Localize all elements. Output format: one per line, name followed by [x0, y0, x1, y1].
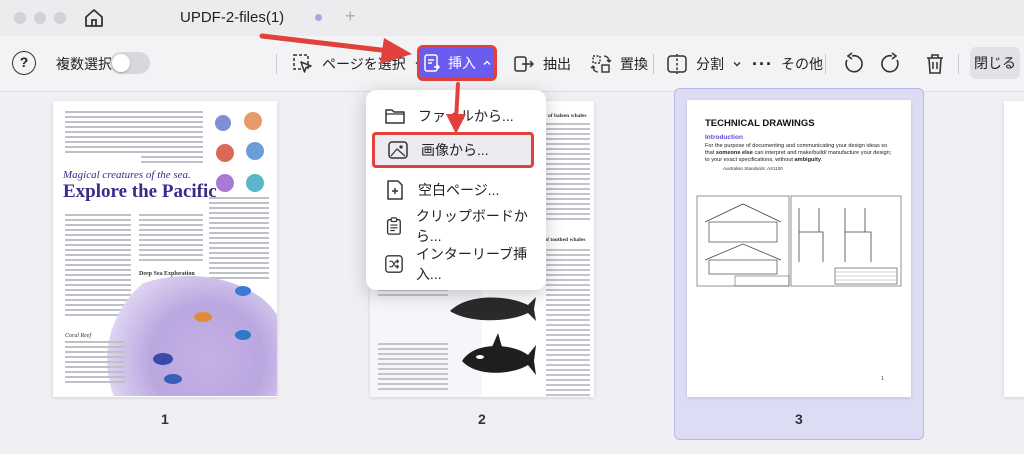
page-1-heading: Explore the Pacific [63, 181, 217, 202]
menu-item-label: インターリーブ挿入... [415, 246, 528, 282]
page-3-standards: Australian Standards: AS1100 [723, 166, 783, 171]
insert-dropdown-menu: ファイルから... 画像から... 空白ページ... クリップボードから... … [366, 90, 546, 290]
new-tab-plus-icon[interactable]: + [345, 6, 356, 27]
tropical-fish-illustration [153, 286, 251, 384]
page-organize-toolbar: ? 複数選択 ページを選択 挿入 抽出 置換 分割 ··· その他 閉じる [0, 36, 1024, 92]
extract-icon [514, 56, 535, 72]
multi-select-toggle[interactable] [110, 52, 150, 74]
menu-item-label: クリップボードから... [415, 208, 528, 244]
menu-item-label: 空白ページ... [418, 182, 500, 198]
sea-creatures-illustration [215, 112, 264, 192]
window-zoom-dot[interactable] [54, 12, 66, 24]
home-icon[interactable] [82, 6, 106, 30]
page-3-body-bold: someone else [715, 150, 753, 156]
page-number-label-3: 3 [795, 411, 803, 427]
page-1-subhead-coral-reef: Coral Reef [65, 333, 92, 339]
split-button[interactable]: 分割 [666, 48, 742, 80]
rotate-left-icon[interactable] [840, 48, 864, 80]
more-label: その他 [780, 56, 823, 72]
page-number-label-2: 2 [478, 411, 486, 427]
multi-select-label: 複数選択 [56, 56, 112, 72]
page-thumbnail-3[interactable]: TECHNICAL DRAWINGS Introduction For the … [687, 100, 911, 397]
page-2-heading-toothed: d of toothed whales [540, 237, 586, 243]
delete-trash-icon[interactable] [923, 48, 947, 80]
whale-illustration [450, 297, 536, 321]
page-3-body-part: . [820, 157, 823, 163]
select-page-label: ページを選択 [322, 56, 406, 72]
extract-label: 抽出 [543, 56, 571, 72]
unsaved-indicator-dot [315, 14, 322, 21]
menu-item-from-file[interactable]: ファイルから... [372, 98, 540, 134]
split-label: 分割 [696, 56, 724, 72]
page-3-body-bold: ambiguity [794, 157, 821, 163]
toolbar-divider [958, 54, 959, 74]
insert-label: 挿入 [448, 55, 476, 71]
insert-button[interactable]: 挿入 [417, 45, 497, 81]
insert-page-icon [424, 54, 441, 72]
app-window: UPDF-2-files(1) + ? 複数選択 ページを選択 挿入 抽出 置換 [0, 0, 1024, 454]
replace-button[interactable]: 置換 [590, 48, 648, 80]
technical-drawings-illustration [696, 195, 902, 287]
menu-item-interleave-insert[interactable]: インターリーブ挿入... [372, 246, 540, 282]
toolbar-divider [825, 54, 826, 74]
menu-item-from-clipboard[interactable]: クリップボードから... [372, 208, 540, 244]
menu-item-from-image[interactable]: 画像から... [372, 132, 534, 168]
page-1-script-heading: Magical creatures of the sea. [63, 169, 191, 181]
split-icon [667, 54, 687, 74]
replace-label: 置換 [620, 56, 648, 72]
replace-icon [590, 55, 612, 73]
interleave-icon [385, 255, 403, 273]
page-thumbnail-1[interactable]: Magical creatures of the sea. Explore th… [53, 101, 277, 397]
orca-illustration [462, 333, 536, 375]
blank-page-icon [387, 180, 403, 200]
select-page-button[interactable]: ページを選択 [292, 48, 424, 80]
rotate-right-icon[interactable] [880, 48, 904, 80]
menu-item-blank-page[interactable]: 空白ページ... [372, 172, 540, 208]
page-3-footer-number: 1 [881, 376, 884, 382]
toolbar-divider [653, 54, 654, 74]
page-3-body: For the purpose of documenting and commu… [705, 143, 895, 164]
folder-icon [385, 109, 405, 124]
menu-item-label: ファイルから... [418, 108, 514, 124]
page-3-title: TECHNICAL DRAWINGS [705, 118, 815, 129]
close-button[interactable]: 閉じる [970, 47, 1020, 79]
select-pointer-icon [293, 54, 312, 73]
clipboard-icon [386, 217, 401, 235]
help-icon[interactable]: ? [12, 51, 36, 75]
more-button[interactable]: ··· その他 [752, 48, 823, 80]
window-close-dot[interactable] [14, 12, 26, 24]
chevron-down-icon [733, 62, 741, 67]
more-dots-icon: ··· [752, 53, 773, 74]
page-3-subtitle: Introduction [705, 134, 743, 141]
toolbar-divider [276, 54, 277, 74]
window-minimize-dot[interactable] [34, 12, 46, 24]
page-number-label-1: 1 [161, 411, 169, 427]
page-2-heading-baleen: of baleen whales [548, 113, 587, 119]
chevron-up-icon [483, 60, 491, 65]
image-icon [388, 141, 408, 159]
document-tab-title[interactable]: UPDF-2-files(1) [180, 9, 284, 26]
title-bar: UPDF-2-files(1) + [0, 0, 1024, 36]
extract-button[interactable]: 抽出 [513, 48, 571, 80]
page-thumbnail-4-partial[interactable] [1004, 101, 1024, 397]
menu-item-label: 画像から... [421, 142, 489, 158]
